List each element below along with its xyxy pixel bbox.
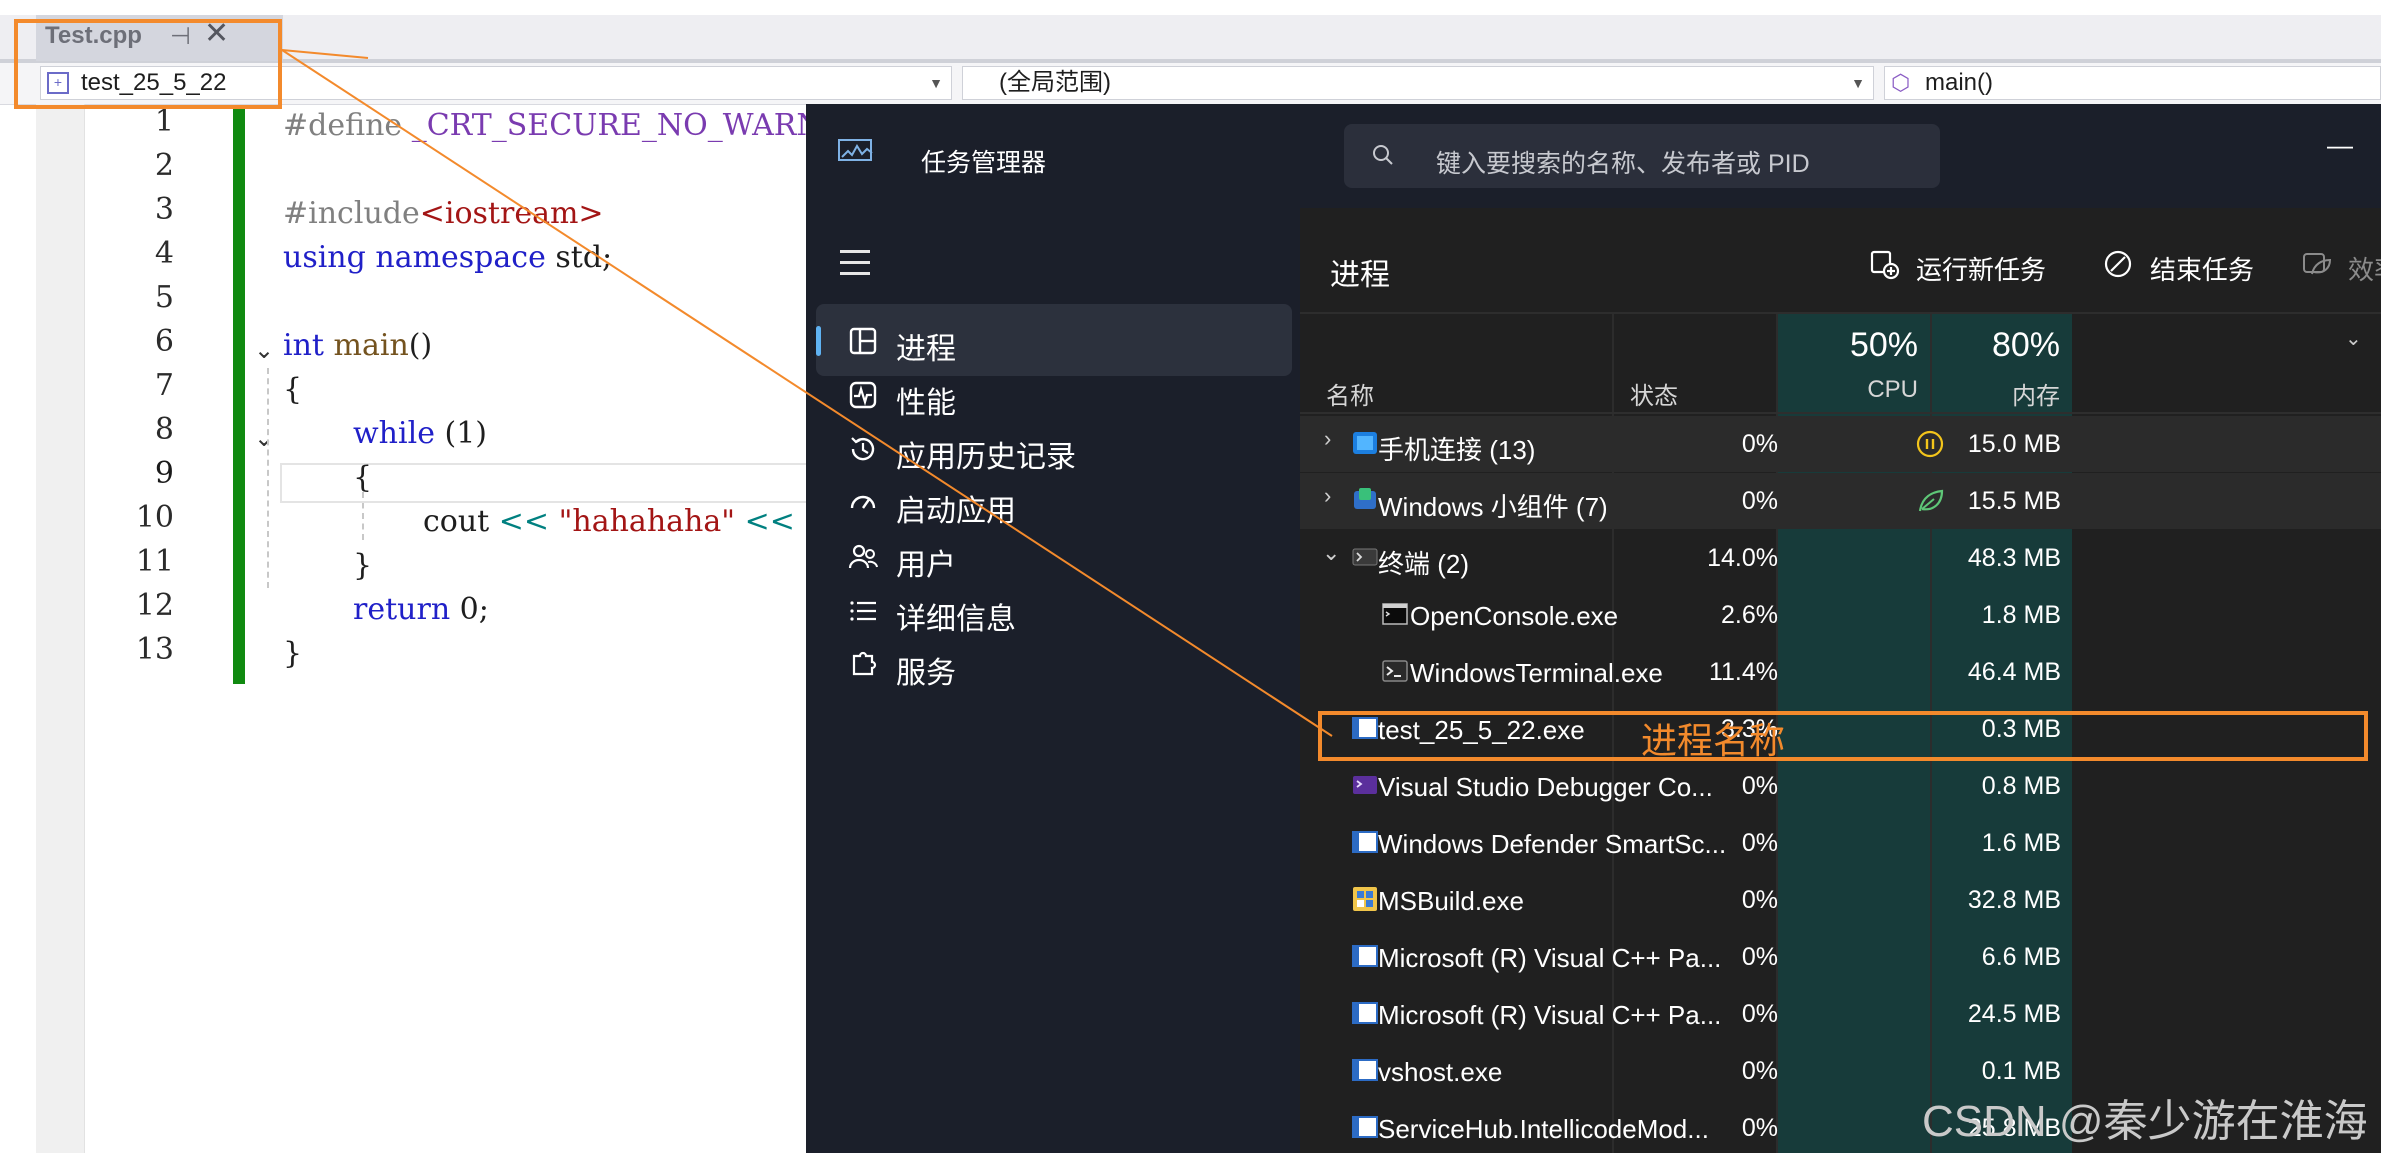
watermark: CSDN @秦少游在淮海 bbox=[1922, 1097, 2368, 1146]
annotation-box-project bbox=[14, 19, 282, 109]
annotation-box-process-row bbox=[1318, 711, 2368, 761]
annotation-connector-lines bbox=[281, 49, 1333, 737]
annotation-label: 进程名称 bbox=[1641, 720, 1786, 761]
